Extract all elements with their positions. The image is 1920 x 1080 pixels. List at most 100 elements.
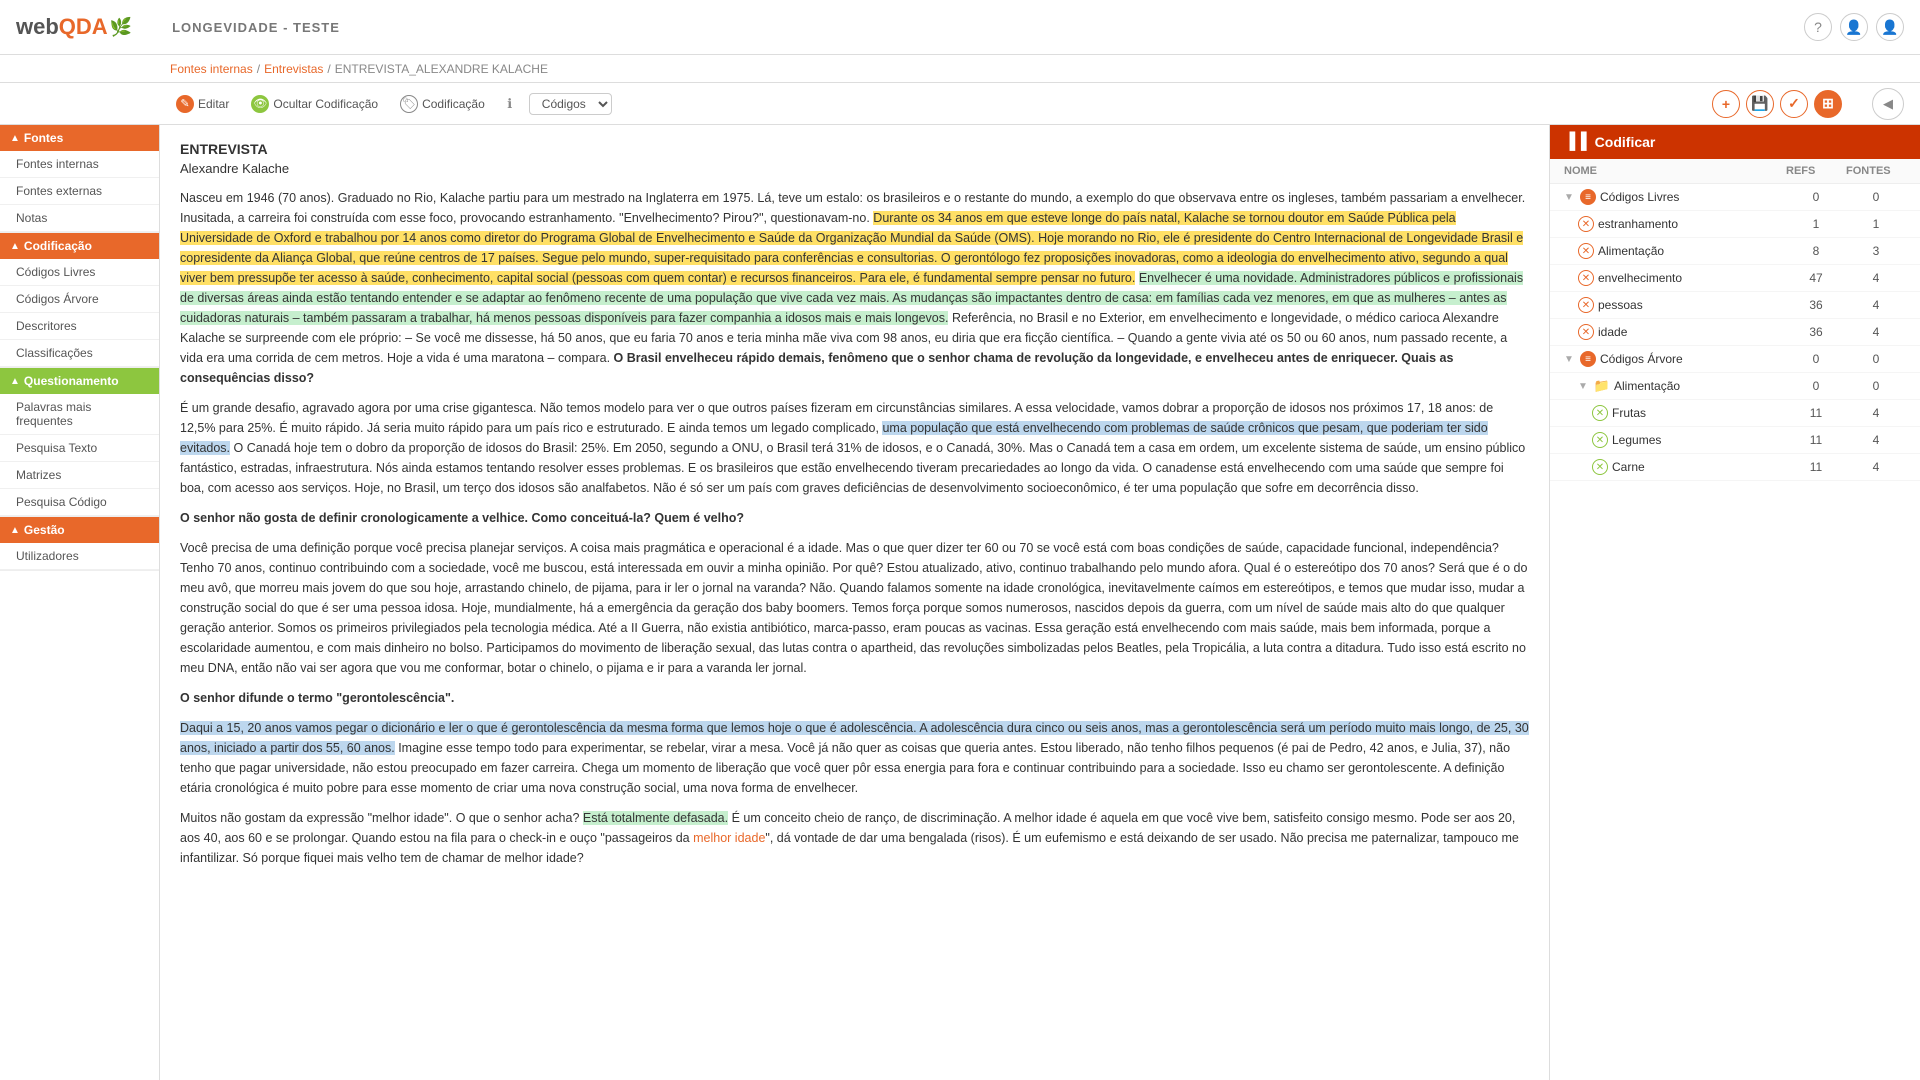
expand-codigos-livres-icon[interactable]: ▼ [1564,192,1576,203]
frutas-label: Frutas [1612,406,1646,420]
sidebar-item-matrizes[interactable]: Matrizes [0,462,159,489]
sidebar-item-fontes-internas[interactable]: Fontes internas [0,151,159,178]
breadcrumb-fontes[interactable]: Fontes internas [170,62,253,76]
codigos-livres-row[interactable]: ▼ ≡ Códigos Livres 0 0 [1550,184,1920,211]
help-button[interactable]: ? [1804,13,1832,41]
carne-row[interactable]: ✕ Carne 11 4 [1550,454,1920,481]
doc-para-7: Muitos não gostam da expressão "melhor i… [180,808,1529,868]
highlight-blue-2: Daqui a 15, 20 anos vamos pegar o dicion… [180,721,1529,755]
pessoas-refs: 36 [1786,298,1846,312]
codify-icon: ▐▐ [1564,133,1587,151]
codes-select[interactable]: Códigos [529,93,612,115]
codigos-arvore-icon: ≡ [1580,351,1596,367]
alimentacao-arvore-fontes: 0 [1846,379,1906,393]
sidebar-item-utilizadores[interactable]: Utilizadores [0,543,159,570]
doc-para-6: Daqui a 15, 20 anos vamos pegar o dicion… [180,718,1529,798]
codify-header: ▐▐ Codificar [1550,125,1920,159]
codigos-arvore-row[interactable]: ▼ ≡ Códigos Árvore 0 0 [1550,346,1920,373]
highlight-blue-1: uma população que está envelhecendo com … [180,421,1488,455]
collapse-button[interactable]: ◀ [1872,88,1904,120]
expand-codigos-arvore-icon[interactable]: ▼ [1564,354,1576,365]
header-icons: ? 👤 👤 [1804,13,1904,41]
codigos-arvore-label: Códigos Árvore [1600,352,1683,366]
main-layout: ▲ Fontes Fontes internas Fontes externas… [0,125,1920,1080]
chevron-codificacao-icon: ▲ [10,241,20,252]
codify-panel: ▐▐ Codificar NOME REFS FONTES ▼ ≡ Código… [1550,125,1920,1080]
legumes-fontes: 4 [1846,433,1906,447]
estranhamento-label: estranhamento [1598,217,1678,231]
sidebar-questionamento-label: Questionamento [24,374,119,388]
alimentacao-arvore-row[interactable]: ▼ 📁 Alimentação 0 0 [1550,373,1920,400]
breadcrumb-entrevistas[interactable]: Entrevistas [264,62,323,76]
sidebar-item-pesquisa-texto[interactable]: Pesquisa Texto [0,435,159,462]
estranhamento-refs: 1 [1786,217,1846,231]
estranhamento-icon: ✕ [1578,216,1594,232]
app-title: LONGEVIDADE - TESTE [172,20,340,35]
envelhecimento-refs: 47 [1786,271,1846,285]
user-button[interactable]: 👤 [1840,13,1868,41]
frutas-icon: ✕ [1592,405,1608,421]
codify-table-header: NOME REFS FONTES [1550,159,1920,184]
pessoas-fontes: 4 [1846,298,1906,312]
sidebar-item-codigos-arvore[interactable]: Códigos Árvore [0,286,159,313]
idade-row[interactable]: ✕ idade 36 4 [1550,319,1920,346]
sidebar-header-questionamento[interactable]: ▲ Questionamento [0,368,159,394]
sidebar-item-notas[interactable]: Notas [0,205,159,232]
confirm-button[interactable]: ✓ [1780,90,1808,118]
doc-author: Alexandre Kalache [180,161,1529,176]
codify-title: Codificar [1595,134,1656,150]
frutas-row[interactable]: ✕ Frutas 11 4 [1550,400,1920,427]
expand-alimentacao-icon[interactable]: ▼ [1578,381,1590,392]
sidebar-item-pesquisa-codigo[interactable]: Pesquisa Código [0,489,159,516]
frutas-fontes: 4 [1846,406,1906,420]
col-fontes-header: FONTES [1846,165,1906,177]
account-button[interactable]: 👤 [1876,13,1904,41]
sidebar-item-descritores[interactable]: Descritores [0,313,159,340]
toolbar: ✎ Editar 👁 Ocultar Codificação 🏷 Codific… [0,83,1920,125]
estranhamento-row[interactable]: ✕ estranhamento 1 1 [1550,211,1920,238]
sidebar-gestao-label: Gestão [24,523,65,537]
col-refs-header: REFS [1786,165,1846,177]
melhor-idade-highlight: melhor idade [693,831,765,845]
idade-label: idade [1598,325,1627,339]
legumes-label: Legumes [1612,433,1661,447]
codigos-livres-refs: 0 [1786,190,1846,204]
codigos-livres-label: Códigos Livres [1600,190,1679,204]
logo: webQDA🌿 [16,14,132,40]
chevron-icon: ▲ [10,133,20,144]
pencil-icon: ✎ [176,95,194,113]
highlight-green-2: Está totalmente defasada. [583,811,728,825]
codigos-livres-icon: ≡ [1580,189,1596,205]
alimentacao-livre-icon: ✕ [1578,243,1594,259]
alimentacao-livre-row[interactable]: ✕ Alimentação 8 3 [1550,238,1920,265]
carne-fontes: 4 [1846,460,1906,474]
sidebar-item-palavras[interactable]: Palavras mais frequentes [0,394,159,435]
sidebar-section-gestao: ▲ Gestão Utilizadores [0,517,159,571]
logo-web-text: web [16,14,59,40]
sidebar-header-codificacao[interactable]: ▲ Codificação [0,233,159,259]
sidebar-header-fontes[interactable]: ▲ Fontes [0,125,159,151]
sidebar-item-fontes-externas[interactable]: Fontes externas [0,178,159,205]
toolbar-right-actions: + 💾 ✓ ⊞ [1712,90,1842,118]
tag-icon: 🏷 [400,95,418,113]
add-button[interactable]: + [1712,90,1740,118]
envelhecimento-row[interactable]: ✕ envelhecimento 47 4 [1550,265,1920,292]
pessoas-label: pessoas [1598,298,1643,312]
logo-qda-text: QDA [59,14,108,40]
coding-button[interactable]: 🏷 Codificação [394,92,491,116]
doc-para-1: Nasceu em 1946 (70 anos). Graduado no Ri… [180,188,1529,388]
edit-button[interactable]: ✎ Editar [170,92,235,116]
col-name-header: NOME [1564,165,1786,177]
codify-table: NOME REFS FONTES ▼ ≡ Códigos Livres 0 0 [1550,159,1920,1080]
hide-coding-button[interactable]: 👁 Ocultar Codificação [245,92,384,116]
save-button[interactable]: 💾 [1746,90,1774,118]
sidebar-item-classificacoes[interactable]: Classificações [0,340,159,367]
sidebar-item-codigos-livres[interactable]: Códigos Livres [0,259,159,286]
pessoas-row[interactable]: ✕ pessoas 36 4 [1550,292,1920,319]
estranhamento-fontes: 1 [1846,217,1906,231]
grid-button[interactable]: ⊞ [1814,90,1842,118]
sidebar-header-gestao[interactable]: ▲ Gestão [0,517,159,543]
alimentacao-folder-icon: 📁 [1594,378,1610,394]
legumes-row[interactable]: ✕ Legumes 11 4 [1550,427,1920,454]
codigos-arvore-fontes: 0 [1846,352,1906,366]
